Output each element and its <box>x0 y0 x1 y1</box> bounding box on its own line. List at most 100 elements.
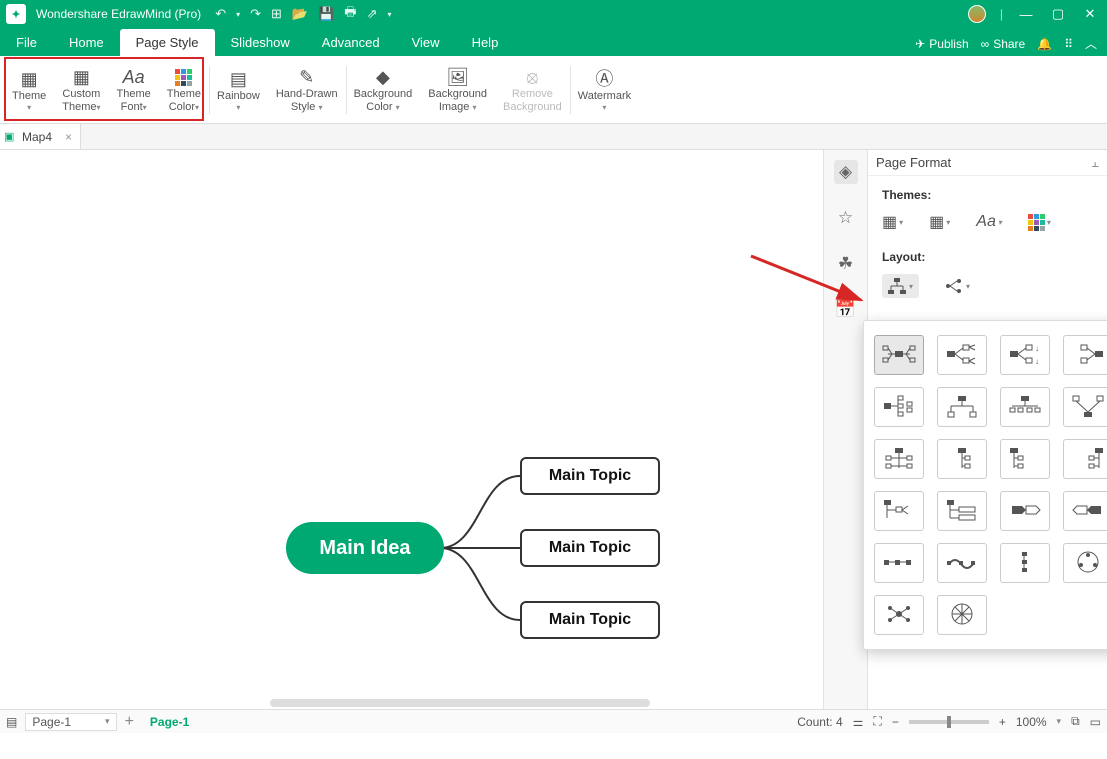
qat-dd-icon[interactable]: ▾ <box>387 10 391 19</box>
mind-topic-node[interactable]: Main Topic <box>520 601 660 639</box>
workspace: Main Idea Main Topic Main Topic Main Top… <box>0 150 1107 709</box>
fit-icon[interactable]: ⛶ <box>873 714 881 729</box>
ribbon-hand-drawn[interactable]: ✎ Hand-Drawn Style ▾ <box>268 60 346 120</box>
status-bar: ▤ Page-1 ▾ + Page-1 Count: 4 ⚌ ⛶ − + 100… <box>0 709 1107 733</box>
open-icon[interactable]: 📂 <box>292 6 308 22</box>
ribbon-watermark[interactable]: Ⓐ Watermark▾ <box>570 60 639 120</box>
layout-option[interactable] <box>937 595 987 635</box>
panel-title: Page Format <box>876 155 951 170</box>
close-button[interactable]: ✕ <box>1081 6 1099 22</box>
ribbon-theme-color[interactable]: Theme Color▾ <box>159 60 209 120</box>
layout-structure-icon <box>888 278 906 294</box>
format-icon[interactable]: ◈ <box>834 160 858 184</box>
layout-option[interactable] <box>874 439 924 479</box>
layout-option[interactable] <box>1063 335 1107 375</box>
outline-icon[interactable]: ▤ <box>6 715 17 729</box>
layout-branch-button[interactable]: ▾ <box>939 275 976 297</box>
minimize-button[interactable]: — <box>1017 7 1035 22</box>
calendar-icon[interactable]: 📅 <box>834 298 858 322</box>
theme-color-icon <box>175 66 192 88</box>
theme-preset-button[interactable]: ▦▾ <box>882 212 903 232</box>
bg-image-icon: 🖼 <box>446 66 469 88</box>
redo-icon[interactable]: ↷ <box>250 6 261 22</box>
hand-drawn-icon: ✎ <box>299 66 314 88</box>
title-bar: ✦ Wondershare EdrawMind (Pro) ↶ ▾ ↷ ⊞ 📂 … <box>0 0 1107 28</box>
save-icon[interactable]: 💾 <box>318 6 334 22</box>
layout-option[interactable] <box>1063 387 1107 427</box>
mind-topic-node[interactable]: Main Topic <box>520 457 660 495</box>
layout-option[interactable] <box>1063 439 1107 479</box>
export-icon[interactable]: ⇗ <box>367 6 378 22</box>
undo-dd-icon[interactable]: ▾ <box>236 10 240 19</box>
ribbon-bg-color[interactable]: ◆ Background Color ▾ <box>346 60 421 120</box>
zoom-out-button[interactable]: − <box>892 715 899 729</box>
theme-font-button[interactable]: Aa▾ <box>976 213 1002 231</box>
layout-option[interactable] <box>1000 543 1050 583</box>
menu-advanced[interactable]: Advanced <box>306 29 396 56</box>
maximize-button[interactable]: ▢ <box>1049 6 1067 22</box>
layout-option[interactable] <box>1000 387 1050 427</box>
new-icon[interactable]: ⊞ <box>271 6 282 22</box>
clover-icon[interactable]: ☘ <box>834 252 858 276</box>
ribbon-bg-image[interactable]: 🖼 Background Image ▾ <box>420 60 495 120</box>
mind-topic-node[interactable]: Main Topic <box>520 529 660 567</box>
publish-button[interactable]: ✈ Publish <box>915 37 968 51</box>
layout-option[interactable] <box>874 335 924 375</box>
custom-theme-button[interactable]: ▦▾ <box>929 212 950 232</box>
page-selector[interactable]: Page-1 ▾ <box>25 713 116 731</box>
pin-icon[interactable]: ⫠ <box>1091 155 1099 171</box>
canvas[interactable]: Main Idea Main Topic Main Topic Main Top… <box>0 150 823 709</box>
layout-option[interactable] <box>937 335 987 375</box>
layout-option[interactable] <box>937 439 987 479</box>
layout-option[interactable] <box>937 543 987 583</box>
zoom-in-button[interactable]: + <box>999 715 1006 729</box>
share-button[interactable]: ∞ Share <box>981 37 1026 51</box>
themes-label: Themes: <box>882 188 1093 202</box>
layout-structure-button[interactable]: ▾ <box>882 274 919 298</box>
layout-option[interactable]: ↓↓ <box>1000 335 1050 375</box>
add-page-button[interactable]: + <box>125 713 134 731</box>
layout-option[interactable] <box>937 491 987 531</box>
layout-option[interactable] <box>874 543 924 583</box>
horizontal-scrollbar[interactable] <box>270 699 650 707</box>
star-icon[interactable]: ☆ <box>834 206 858 230</box>
single-page-icon[interactable]: ▭ <box>1090 715 1101 729</box>
layout-option[interactable] <box>1000 439 1050 479</box>
grid-icon[interactable]: ⠿ <box>1064 37 1073 51</box>
document-tab[interactable]: ▣ Map4 × <box>0 124 81 149</box>
page-view-icon[interactable]: ⧉ <box>1071 714 1080 729</box>
layout-option[interactable] <box>1063 491 1107 531</box>
layout-option[interactable] <box>874 595 924 635</box>
layout-option[interactable] <box>1000 491 1050 531</box>
menu-view[interactable]: View <box>396 29 456 56</box>
menu-bar: File Home Page Style Slideshow Advanced … <box>0 28 1107 56</box>
layout-option[interactable] <box>874 387 924 427</box>
layout-option[interactable] <box>937 387 987 427</box>
user-avatar-icon[interactable] <box>968 5 986 23</box>
menu-home[interactable]: Home <box>53 29 120 56</box>
collapse-ribbon-icon[interactable]: ︿ <box>1085 35 1097 52</box>
menu-page-style[interactable]: Page Style <box>120 29 215 56</box>
document-tab-bar: ▣ Map4 × <box>0 124 1107 150</box>
page-tab[interactable]: Page-1 <box>142 715 197 729</box>
theme-color-button[interactable]: ▾ <box>1028 214 1051 231</box>
ribbon-rainbow[interactable]: ▤ Rainbow▾ <box>209 60 268 120</box>
ribbon-custom-theme[interactable]: ▦ Custom Theme▾ <box>54 60 108 120</box>
app-title: Wondershare EdrawMind (Pro) <box>36 7 201 21</box>
layout-option[interactable] <box>874 491 924 531</box>
mind-root-node[interactable]: Main Idea <box>286 522 444 574</box>
menu-file[interactable]: File <box>0 29 53 56</box>
layout-option[interactable] <box>1063 543 1107 583</box>
zoom-slider[interactable] <box>909 720 989 724</box>
sliders-icon[interactable]: ⚌ <box>853 715 864 729</box>
print-icon[interactable]: 🖶 <box>344 3 356 25</box>
menu-help[interactable]: Help <box>456 29 515 56</box>
undo-icon[interactable]: ↶ <box>215 6 226 22</box>
ribbon-theme[interactable]: ▦ Theme▾ <box>4 60 54 120</box>
ribbon-remove-bg: ⦻ Remove Background <box>495 60 570 120</box>
notifications-icon[interactable]: 🔔 <box>1037 37 1052 51</box>
menu-slideshow[interactable]: Slideshow <box>215 29 306 56</box>
custom-theme-icon: ▦ <box>73 66 90 88</box>
close-tab-icon[interactable]: × <box>65 130 72 144</box>
ribbon-theme-font[interactable]: Aa Theme Font▾ <box>109 60 159 120</box>
